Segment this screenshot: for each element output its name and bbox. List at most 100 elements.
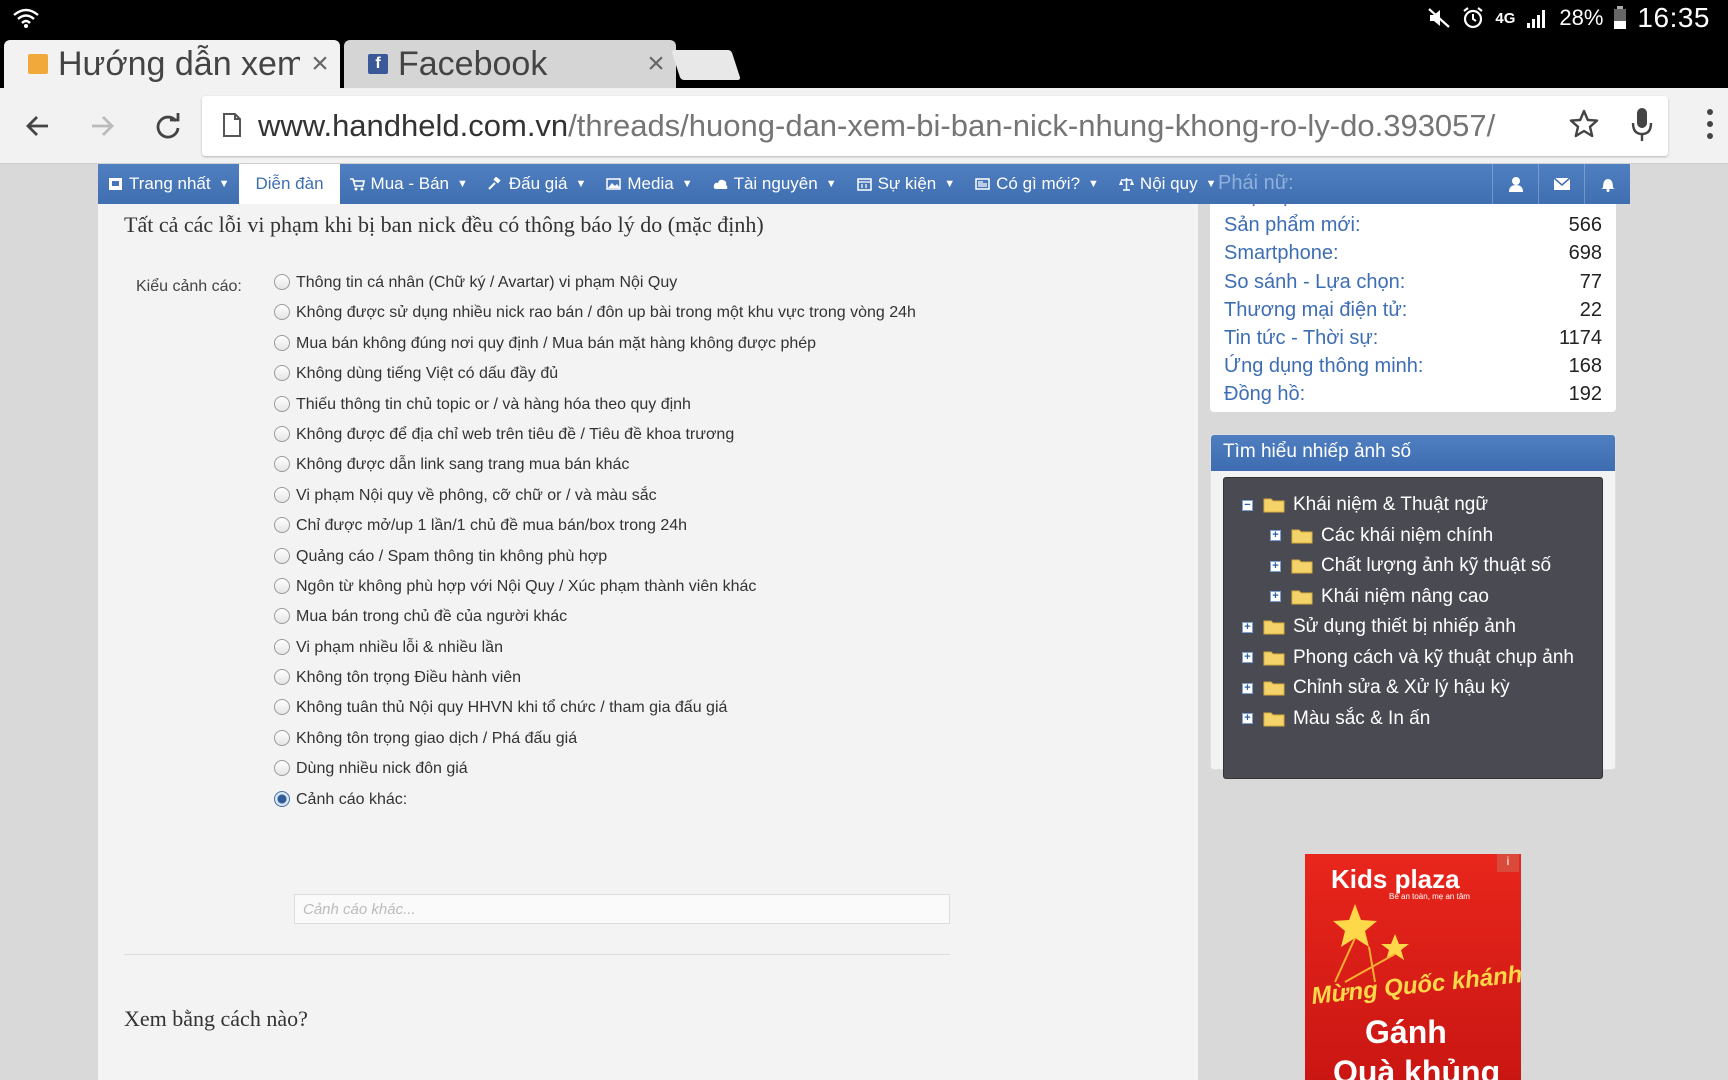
bookmark-star-icon[interactable]: [1568, 108, 1600, 140]
warning-option[interactable]: Mua bán trong chủ đề của người khác: [274, 606, 1074, 628]
scale-icon: [1118, 178, 1134, 191]
warning-option[interactable]: Mua bán không đúng nơi quy định / Mua bá…: [274, 333, 1074, 355]
tree-item-label: Chỉnh sửa & Xử lý hậu kỳ: [1293, 677, 1510, 698]
alerts-button[interactable]: [1584, 164, 1630, 204]
nav-item-0[interactable]: Trang nhất ▼: [98, 164, 239, 204]
warning-option[interactable]: Quảng cáo / Spam thông tin không phù hợp: [274, 546, 1074, 568]
radio-button[interactable]: [274, 456, 290, 473]
nav-item-label: Media: [627, 174, 674, 193]
other-warning-input[interactable]: Cảnh cáo khác...: [294, 894, 950, 924]
forward-button[interactable]: [78, 102, 126, 150]
inbox-button[interactable]: [1538, 164, 1584, 204]
nav-item-2[interactable]: Mua - Bán ▼: [340, 164, 478, 204]
radio-button[interactable]: [274, 699, 290, 716]
radio-button[interactable]: [274, 425, 290, 442]
tree-item[interactable]: + Chỉnh sửa & Xử lý hậu kỳ: [1242, 677, 1510, 699]
warning-option[interactable]: Không tuân thủ Nội quy HHVN khi tổ chức …: [274, 697, 1074, 719]
radio-button[interactable]: [274, 547, 290, 564]
reload-button[interactable]: [144, 102, 192, 150]
radio-button[interactable]: [274, 760, 290, 777]
expand-icon[interactable]: +: [1270, 591, 1281, 602]
new-tab-button[interactable]: [671, 50, 741, 80]
stat-label[interactable]: Sản phẩm mới:: [1224, 214, 1361, 237]
back-button[interactable]: [14, 102, 62, 150]
expand-icon[interactable]: +: [1242, 682, 1253, 694]
warning-option[interactable]: Vi phạm nhiều lỗi & nhiều lần: [274, 637, 1074, 659]
handheld-favicon-icon: [28, 54, 48, 74]
warning-option[interactable]: Không dùng tiếng Việt có dấu đầy đủ: [274, 363, 1074, 385]
radio-button[interactable]: [274, 638, 290, 655]
warning-option[interactable]: Thông tin cá nhân (Chữ ký / Avartar) vi …: [274, 272, 1074, 294]
radio-button[interactable]: [274, 304, 290, 321]
url-text: www.handheld.com.vn/threads/huong-dan-xe…: [258, 108, 1495, 144]
warning-option[interactable]: Cảnh cáo khác:: [274, 789, 1074, 811]
warning-option[interactable]: Không được sử dụng nhiều nick rao bán / …: [274, 302, 1074, 324]
stat-label[interactable]: Tin tức - Thời sự:: [1224, 327, 1378, 350]
microphone-icon[interactable]: [1630, 106, 1654, 144]
expand-icon[interactable]: +: [1242, 621, 1253, 633]
stat-label[interactable]: Đồng hồ:: [1224, 383, 1305, 406]
expand-icon[interactable]: +: [1242, 652, 1253, 663]
expand-icon[interactable]: +: [1242, 713, 1253, 724]
tab-facebook[interactable]: f Facebook ×: [344, 40, 676, 88]
expand-icon[interactable]: +: [1270, 530, 1281, 541]
folder-icon: [1263, 651, 1285, 665]
warning-options-list: Thông tin cá nhân (Chữ ký / Avartar) vi …: [274, 272, 1074, 819]
address-bar[interactable]: www.handheld.com.vn/threads/huong-dan-xe…: [202, 96, 1668, 156]
nav-item-5[interactable]: Tài nguyên ▼: [703, 164, 847, 204]
nav-item-7[interactable]: Có gì mới? ▼: [965, 164, 1109, 204]
warning-option[interactable]: Chỉ được mở/up 1 lần/1 chủ đề mua bán/bo…: [274, 515, 1074, 537]
radio-button[interactable]: [274, 334, 290, 351]
stat-label[interactable]: Smartphone:: [1224, 242, 1339, 265]
nav-item-label: Trang nhất: [129, 174, 211, 193]
warning-option[interactable]: Vi phạm Nội quy về phông, cỡ chữ or / và…: [274, 485, 1074, 507]
stat-label[interactable]: Thương mại điện tử:: [1224, 299, 1407, 322]
warning-option-label: Vi phạm nhiều lỗi & nhiều lần: [296, 638, 503, 656]
stat-value: 1174: [1558, 327, 1602, 349]
nav-item-label: Nội quy: [1139, 174, 1198, 193]
stat-label[interactable]: Ứng dụng thông minh:: [1224, 355, 1423, 378]
url-host: www.handheld.com.vn: [258, 108, 569, 143]
warning-option[interactable]: Không tôn trọng giao dịch / Phá đấu giá: [274, 728, 1074, 750]
account-button[interactable]: [1492, 164, 1538, 204]
tree-item[interactable]: + Các khái niệm chính: [1270, 525, 1493, 547]
radio-button[interactable]: [274, 486, 290, 503]
nav-item-4[interactable]: Media ▼: [596, 164, 702, 204]
radio-button[interactable]: [274, 729, 290, 746]
radio-button[interactable]: [274, 274, 290, 290]
radio-button[interactable]: [274, 790, 290, 807]
menu-dots-icon[interactable]: [1706, 106, 1714, 142]
radio-button[interactable]: [274, 669, 290, 686]
radio-button[interactable]: [274, 608, 290, 625]
nav-item-label: Sự kiện: [877, 174, 937, 193]
warning-option[interactable]: Không được để địa chỉ web trên tiêu đề /…: [274, 424, 1074, 446]
radio-button[interactable]: [274, 577, 290, 594]
radio-button[interactable]: [274, 395, 290, 412]
close-tab-icon[interactable]: ×: [636, 47, 676, 81]
nav-item-8[interactable]: Nội quy ▼: [1109, 164, 1227, 204]
tree-item[interactable]: + Phong cách và kỹ thuật chụp ảnh: [1242, 647, 1574, 669]
collapse-icon[interactable]: −: [1242, 499, 1253, 511]
expand-icon[interactable]: +: [1270, 560, 1281, 572]
warning-option[interactable]: Không được dẫn link sang trang mua bán k…: [274, 454, 1074, 476]
tree-item[interactable]: + Chất lượng ảnh kỹ thuật số: [1270, 555, 1551, 577]
warning-option[interactable]: Dùng nhiều nick đôn giá: [274, 758, 1074, 780]
radio-button[interactable]: [274, 517, 290, 534]
tree-item[interactable]: + Màu sắc & In ấn: [1242, 708, 1430, 730]
ad-info-icon[interactable]: i: [1497, 854, 1519, 872]
tree-item[interactable]: + Khái niệm nâng cao: [1270, 586, 1489, 608]
warning-option[interactable]: Thiếu thông tin chủ topic or / và hàng h…: [274, 394, 1074, 416]
stat-label[interactable]: So sánh - Lựa chọn:: [1224, 271, 1405, 294]
tab-handheld[interactable]: Hướng dẫn xem bị ban nick ×: [4, 40, 340, 88]
tree-item-label: Khái niệm & Thuật ngữ: [1293, 494, 1489, 515]
warning-option[interactable]: Ngôn từ không phù hợp với Nội Quy / Xúc …: [274, 576, 1074, 598]
radio-button[interactable]: [274, 365, 290, 382]
tree-item[interactable]: − Khái niệm & Thuật ngữ: [1242, 494, 1488, 516]
warning-option[interactable]: Không tôn trọng Điều hành viên: [274, 667, 1074, 689]
nav-item-3[interactable]: Đấu giá ▼: [478, 164, 597, 204]
nav-item-1[interactable]: Diễn đàn: [239, 164, 340, 204]
kidsplaza-ad-banner[interactable]: Kids plaza Bé an toàn, mẹ an tâm i Mừng …: [1305, 854, 1521, 1080]
close-tab-icon[interactable]: ×: [300, 47, 340, 81]
tree-item[interactable]: + Sử dụng thiết bị nhiếp ảnh: [1242, 616, 1516, 638]
nav-item-6[interactable]: Sự kiện ▼: [847, 164, 966, 204]
